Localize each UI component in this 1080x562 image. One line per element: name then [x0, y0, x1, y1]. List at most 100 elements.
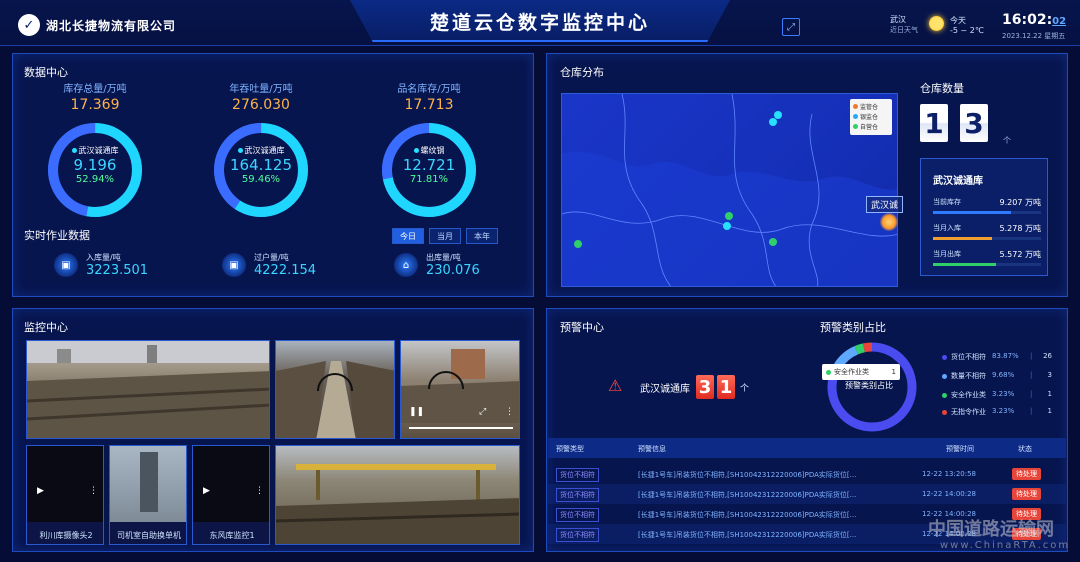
watermark-sub: www.ChinaRTA.com: [940, 540, 1071, 551]
camera-feed-3[interactable]: ❚❚ ⤢ ⋮: [400, 340, 520, 439]
alarm-title: 预警中心: [560, 321, 604, 334]
chart-tooltip: 安全作业类 1: [822, 364, 900, 380]
donut-center-name: 螺纹钢: [374, 145, 484, 156]
row-type: 货位不相符: [556, 528, 599, 542]
camera-feed-4[interactable]: ▶ ⋮ 利川库摄像头2: [26, 445, 104, 545]
dot-icon: [71, 148, 77, 153]
map-marker[interactable]: [574, 240, 582, 248]
stat-value: 230.076: [426, 263, 480, 278]
clock: 16:02:02: [1002, 12, 1066, 28]
tab-month[interactable]: 当月: [429, 228, 461, 244]
row-bar-fill: [933, 211, 1011, 214]
row-key: 当前库存: [933, 198, 961, 206]
dot-icon: [853, 103, 858, 109]
camera-feed-7[interactable]: [275, 445, 520, 545]
row-bar: [933, 211, 1041, 214]
donut-center-name: 武汉诚通库: [206, 145, 316, 156]
legend-name: 货位不相符: [951, 353, 986, 361]
camera-feed-6[interactable]: ▶ ⋮ 东风库监控1: [192, 445, 270, 545]
camera-feed-2[interactable]: [275, 340, 395, 439]
donut-label: 库存总量/万吨: [63, 84, 127, 95]
legend-pct: 83.87%: [992, 352, 1019, 360]
count-digit: 1: [920, 104, 948, 142]
sun-icon: [929, 16, 944, 31]
outbound-icon: ⌂: [394, 253, 418, 277]
donut-center-name-text: 武汉诚通库: [78, 146, 119, 155]
table-header: 预警类型 预警信息 预警时间 状态: [548, 438, 1066, 458]
header-info: 预警信息: [638, 445, 666, 453]
data-center-title: 数据中心: [24, 66, 68, 79]
row-info: [长捷1号车]吊装货位不相符,[SH10042312220006]PDA实际货位…: [638, 511, 857, 519]
watermark: 中国道路运输网: [928, 519, 1054, 540]
date: 2023.12.22 星期五: [1002, 32, 1066, 40]
alarm-digit: 1: [717, 375, 735, 399]
video-black: [27, 446, 103, 522]
legend-count: 1: [1047, 407, 1052, 415]
page-title: 楚道云仓数字监控中心: [429, 12, 650, 34]
dot-icon: [413, 148, 419, 153]
today-label: 今天: [950, 16, 966, 25]
donut-inventory: 库存总量/万吨 17.369 武汉诚通库 9.196 52.94%: [40, 80, 150, 229]
tab-year[interactable]: 本年: [466, 228, 498, 244]
clock-sec: 02: [1052, 16, 1067, 27]
row-type: 货位不相符: [556, 508, 599, 522]
alarm-unit: 个: [740, 384, 750, 394]
more-icon[interactable]: ⋮: [255, 486, 264, 496]
tooltip-name: 安全作业类: [834, 368, 869, 376]
row-status[interactable]: 待处理: [1012, 468, 1041, 480]
donut-label: 品名库存/万吨: [397, 84, 461, 95]
map-marker[interactable]: [723, 222, 731, 230]
play-icon[interactable]: ▶: [203, 486, 210, 496]
donut-center-name: 武汉诚通库: [40, 145, 150, 156]
row-type: 货位不相符: [556, 488, 599, 502]
legend-text: 自营仓: [860, 123, 879, 131]
alarm-legend-row: 无指令作业 3.23% | 1: [942, 407, 1054, 419]
legend-name: 安全作业类: [951, 391, 986, 399]
camera-feed-5[interactable]: 司机室自助换单机: [109, 445, 187, 545]
header-time: 预警时间: [946, 445, 974, 453]
more-icon[interactable]: ⋮: [89, 486, 98, 496]
row-bar-fill: [933, 237, 993, 240]
alarm-legend-row: 数量不相符 9.68% | 3: [942, 371, 1054, 383]
company-name: 湖北长捷物流有限公司: [46, 18, 177, 33]
row-status[interactable]: 待处理: [1012, 488, 1041, 500]
row-time: 12-22 14:00:28: [922, 490, 977, 498]
fullscreen-icon[interactable]: ⤢: [782, 18, 800, 36]
camera-caption: 利川库摄像头2: [39, 531, 93, 540]
play-icon[interactable]: ▶: [37, 486, 44, 496]
camera-caption: 东风库监控1: [209, 531, 255, 540]
row-bar: [933, 263, 1041, 266]
donut-center: 螺纹钢 12.721 71.81%: [374, 145, 484, 185]
legend-pct: 3.23%: [992, 390, 1015, 398]
tab-today[interactable]: 今日: [392, 228, 424, 244]
map-marker[interactable]: [774, 111, 782, 119]
warehouse-map[interactable]: [561, 93, 898, 287]
map-marker[interactable]: [769, 118, 777, 126]
donut-center-pct: 52.94%: [75, 174, 115, 185]
legend-count: 3: [1047, 371, 1052, 379]
donut-center-value: 164.125: [229, 156, 293, 174]
legend-count: 1: [1047, 390, 1052, 398]
row-info: [长捷1号车]吊装货位不相符,[SH10042312220006]PDA实际货位…: [638, 471, 857, 479]
more-icon[interactable]: ⋮: [505, 407, 514, 417]
map-marker[interactable]: [769, 238, 777, 246]
count-digit: 3: [960, 104, 988, 142]
table-row[interactable]: 货位不相符 [长捷1号车]吊装货位不相符,[SH10042312220006]P…: [548, 464, 1066, 484]
header: 楚道云仓数字监控中心 ✓ 湖北长捷物流有限公司 ⤢ 武汉 近日天气 今天 -5 …: [0, 0, 1080, 46]
pause-icon[interactable]: ❚❚: [409, 407, 424, 417]
alarm-donut-label: 预警类别占比: [845, 381, 893, 390]
camera-feed-1[interactable]: [26, 340, 270, 439]
stat-inbound: ▣ 入库量/吨 3223.501: [54, 252, 148, 278]
map-tag[interactable]: 武汉诚: [866, 196, 904, 213]
fullscreen-icon[interactable]: ⤢: [479, 407, 486, 417]
table-row[interactable]: 货位不相符 [长捷1号车]吊装货位不相符,[SH10042312220006]P…: [548, 484, 1066, 504]
period-tabs: 今日 当月 本年: [392, 228, 503, 244]
warehouse-card-name: 武汉诚通库: [933, 176, 983, 187]
kiosk-shape: [140, 452, 158, 512]
today-weather: 今天 -5 ~ 2℃: [950, 15, 984, 35]
weather-sub: 近日天气: [890, 26, 918, 34]
stat-label: 过户量/吨: [254, 253, 289, 262]
map-marker[interactable]: [725, 212, 733, 220]
legend-count: 26: [1043, 352, 1052, 360]
dot-icon: [237, 148, 243, 153]
